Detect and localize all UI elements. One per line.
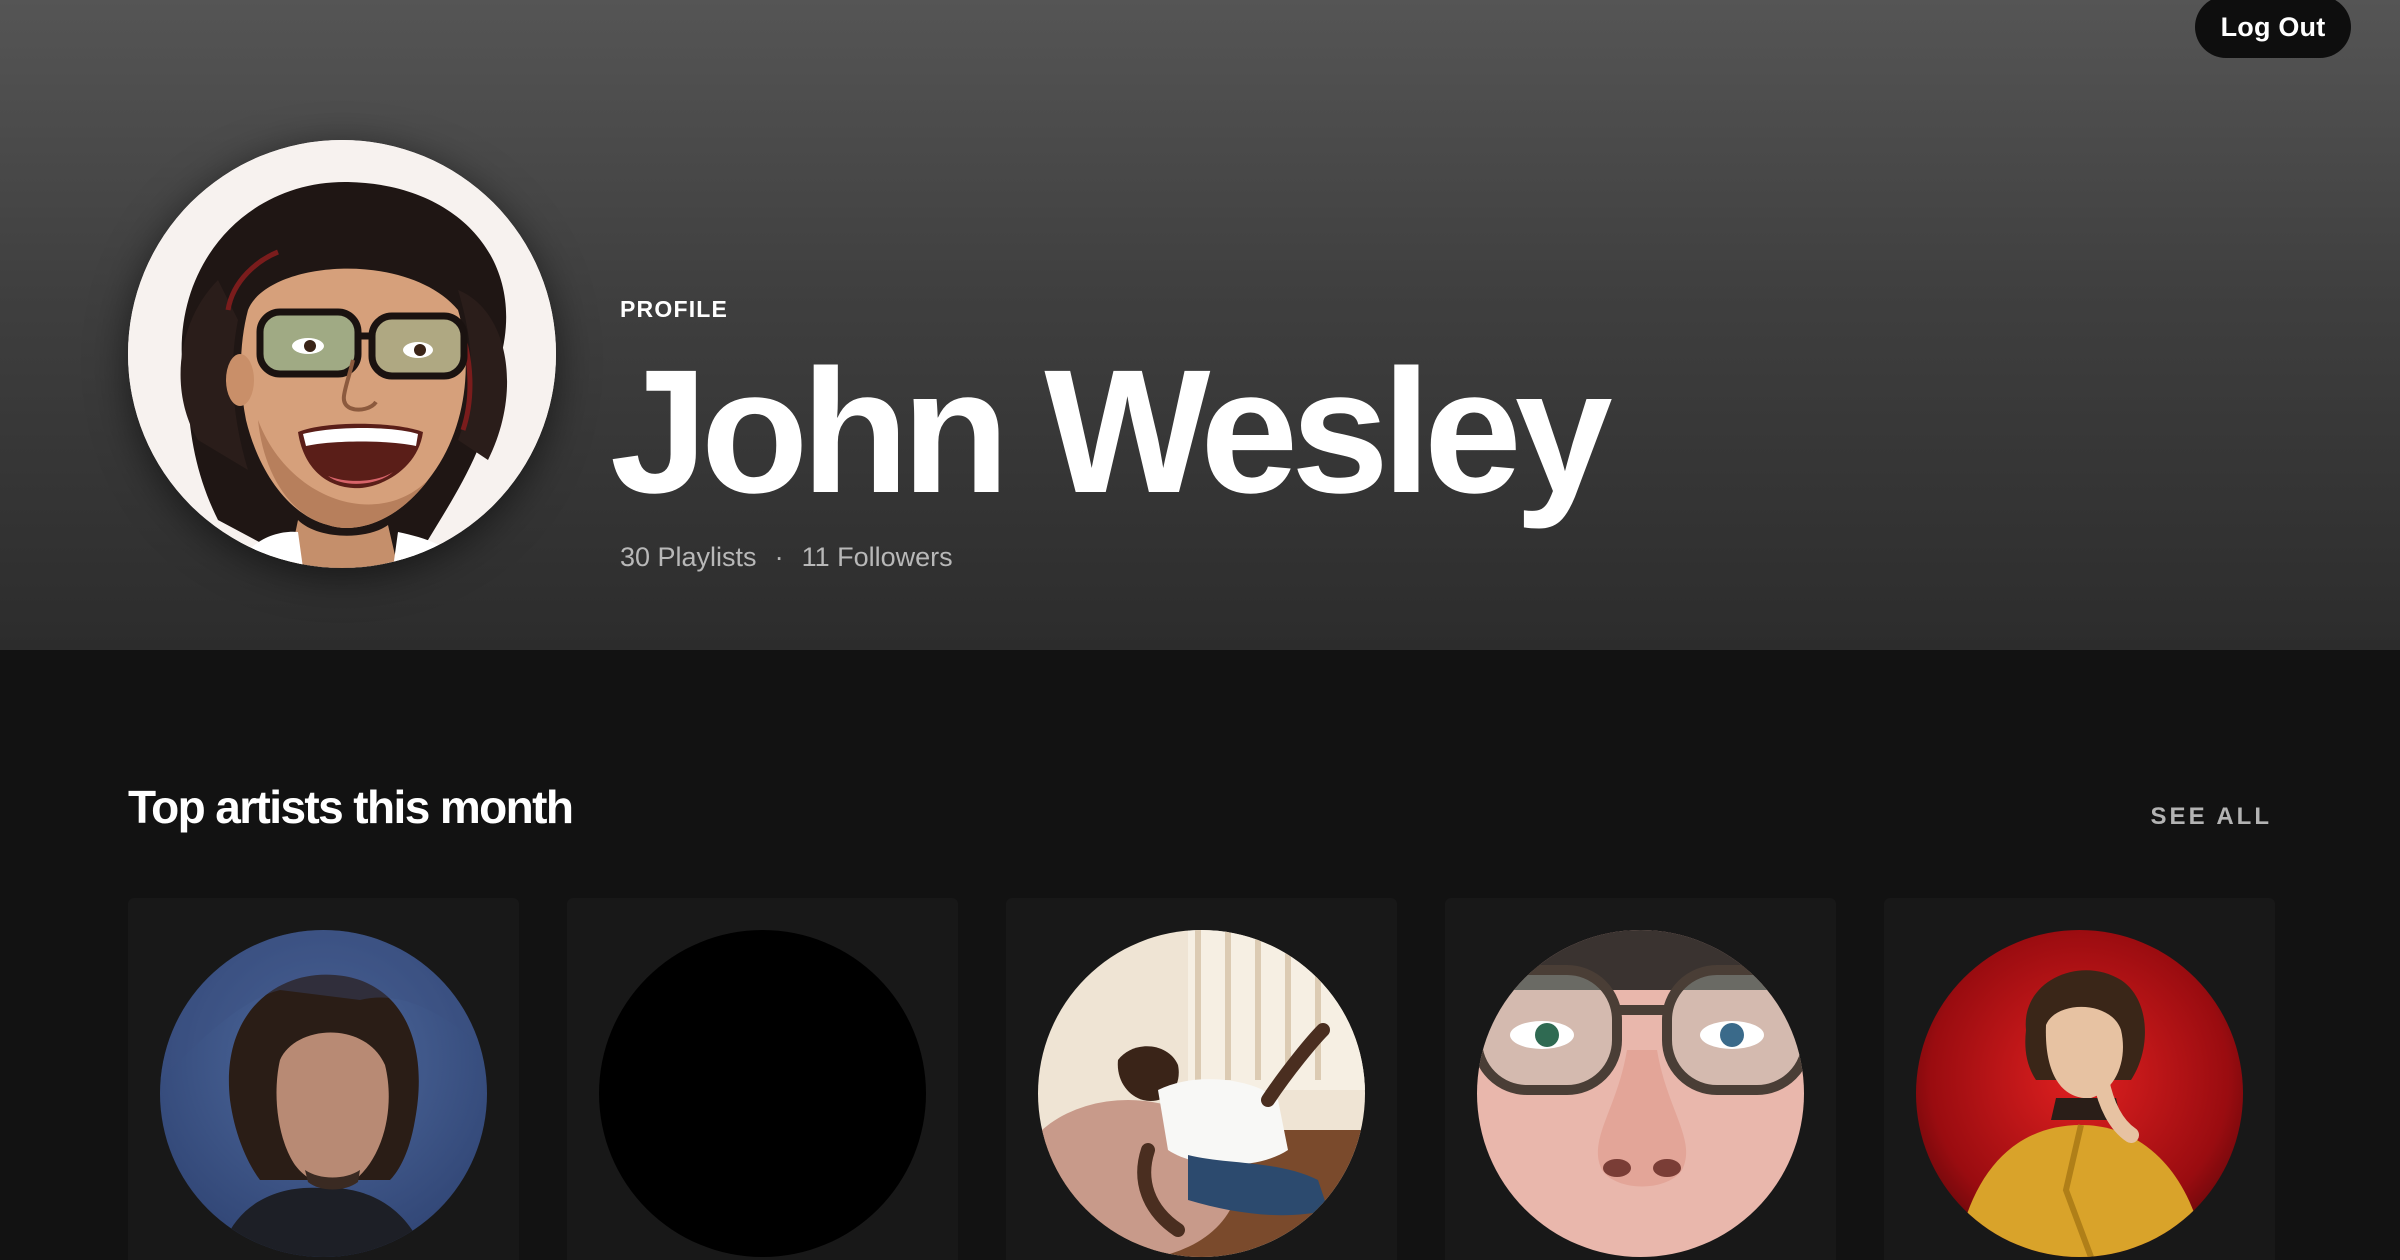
artist-image (599, 930, 926, 1257)
top-artists-list (128, 898, 2275, 1260)
profile-stats: 30 Playlists · 11 Followers (620, 542, 1606, 573)
profile-header: Log Out PROFILE John Wesley 30 Playlists… (0, 0, 2400, 650)
profile-name: John Wesley (610, 334, 1613, 530)
see-all-link[interactable]: SEE ALL (2151, 803, 2272, 831)
artist-card[interactable] (567, 898, 958, 1260)
artist-image (1916, 930, 2243, 1257)
artist-image (1038, 930, 1365, 1257)
logout-button[interactable]: Log Out (2195, 0, 2351, 58)
profile-type-label: PROFILE (620, 296, 729, 322)
profile-page: Log Out PROFILE John Wesley 30 Playlists… (0, 0, 2400, 1260)
artist-card[interactable] (128, 898, 519, 1260)
profile-info: PROFILE John Wesley 30 Playlists · 11 Fo… (610, 296, 1613, 573)
stats-separator: · (774, 542, 784, 572)
top-artists-title[interactable]: Top artists this month (128, 780, 574, 834)
cartoon-avatar-image (128, 140, 556, 568)
playlists-count[interactable]: 30 Playlists (620, 542, 757, 573)
artist-image (1477, 930, 1804, 1257)
artist-card[interactable] (1006, 898, 1397, 1260)
artist-image (160, 930, 487, 1257)
artist-card[interactable] (1445, 898, 1836, 1260)
profile-avatar (128, 140, 556, 568)
artist-card[interactable] (1884, 898, 2275, 1260)
followers-count[interactable]: 11 Followers (802, 542, 953, 573)
